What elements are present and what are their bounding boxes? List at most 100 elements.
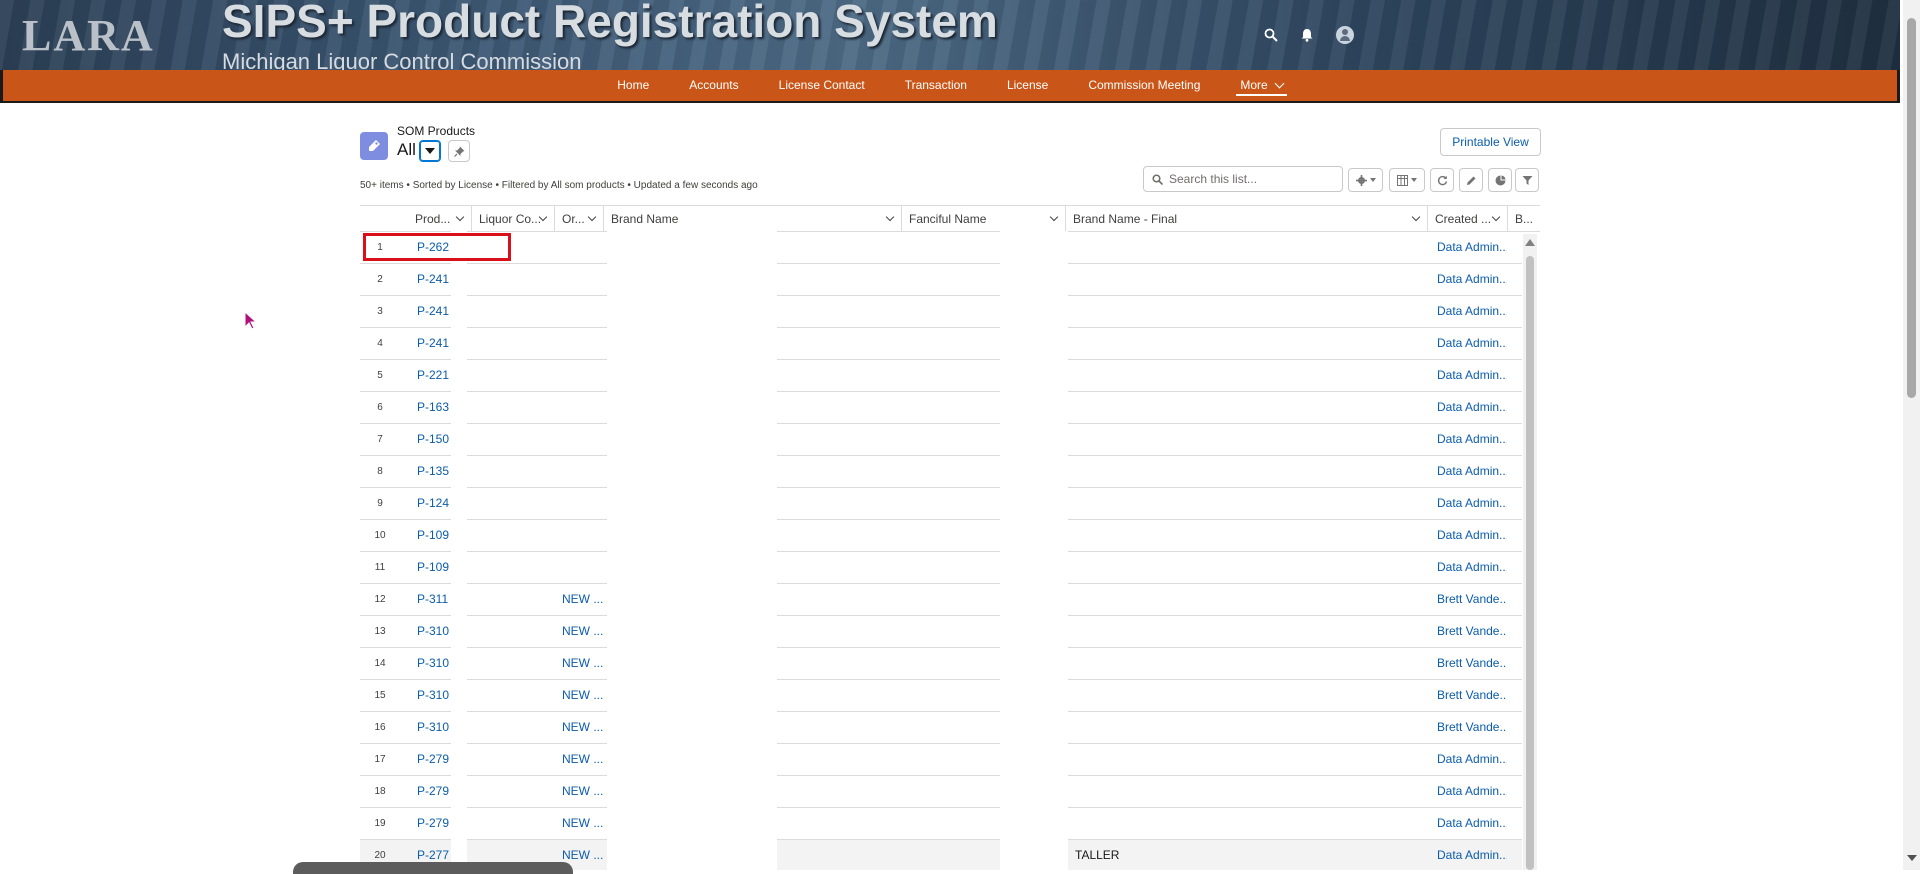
origin-cell[interactable]: NEW ... xyxy=(562,648,604,679)
table-row[interactable]: 12 P-311 NEW ... Brett Vande... xyxy=(360,583,1522,616)
origin-cell[interactable] xyxy=(562,552,604,583)
nav-commission-meeting[interactable]: Commission Meeting xyxy=(1068,70,1220,101)
refresh-button[interactable] xyxy=(1430,168,1454,192)
table-row[interactable]: 18 P-279 NEW ... Data Admin... xyxy=(360,775,1522,808)
chevron-down-icon[interactable] xyxy=(455,212,465,222)
table-row[interactable]: 4 P-241 Data Admin... xyxy=(360,327,1522,360)
created-by-link[interactable]: Data Admin... xyxy=(1437,808,1507,839)
nav-home[interactable]: Home xyxy=(597,70,669,101)
column-header-b[interactable]: B... xyxy=(1508,206,1540,232)
created-by-link[interactable]: Data Admin... xyxy=(1437,456,1507,487)
page-scrollbar[interactable] xyxy=(1903,0,1920,870)
table-row[interactable]: 14 P-310 NEW ... Brett Vande... xyxy=(360,647,1522,680)
pin-list-view-button[interactable] xyxy=(448,140,470,162)
user-avatar-icon[interactable] xyxy=(1334,24,1356,46)
origin-cell[interactable]: NEW ... xyxy=(562,616,604,647)
charts-button[interactable] xyxy=(1488,168,1512,192)
search-icon[interactable] xyxy=(1260,24,1282,46)
table-row[interactable]: 13 P-310 NEW ... Brett Vande... xyxy=(360,615,1522,648)
table-row[interactable]: 8 P-135 Data Admin... xyxy=(360,455,1522,488)
origin-cell[interactable] xyxy=(562,232,604,263)
scroll-up-arrow-icon[interactable] xyxy=(1525,239,1535,246)
nav-license[interactable]: License xyxy=(987,70,1068,101)
chevron-down-icon[interactable] xyxy=(885,212,895,222)
table-row[interactable]: 1 P-262 Data Admin... xyxy=(360,231,1522,264)
origin-cell[interactable] xyxy=(562,264,604,295)
display-as-table-button[interactable] xyxy=(1389,168,1425,192)
table-row[interactable]: 15 P-310 NEW ... Brett Vande... xyxy=(360,679,1522,712)
origin-cell[interactable]: NEW ... xyxy=(562,744,604,775)
table-scrollbar-thumb[interactable] xyxy=(1526,256,1534,870)
created-by-link[interactable]: Data Admin... xyxy=(1437,776,1507,807)
nav-more-menu[interactable]: More xyxy=(1220,70,1302,101)
column-header-liquor-code[interactable]: Liquor Co... xyxy=(472,206,555,232)
table-row[interactable]: 9 P-124 Data Admin... xyxy=(360,487,1522,520)
created-by-link[interactable]: Data Admin... xyxy=(1437,264,1507,295)
column-header-origin[interactable]: Or... xyxy=(555,206,604,232)
created-by-link[interactable]: Data Admin... xyxy=(1437,488,1507,519)
table-row[interactable]: 7 P-150 Data Admin... xyxy=(360,423,1522,456)
list-view-controls-button[interactable] xyxy=(1348,168,1383,192)
nav-license-contact[interactable]: License Contact xyxy=(759,70,885,101)
table-row[interactable]: 19 P-279 NEW ... Data Admin... xyxy=(360,807,1522,840)
created-by-link[interactable]: Data Admin... xyxy=(1437,328,1507,359)
chevron-down-icon[interactable] xyxy=(1491,212,1501,222)
column-header-product[interactable]: Prod... xyxy=(408,206,472,232)
column-header-brand-name-final[interactable]: Brand Name - Final xyxy=(1066,206,1428,232)
origin-cell[interactable] xyxy=(562,328,604,359)
chevron-down-icon[interactable] xyxy=(1049,212,1059,222)
table-row[interactable]: 16 P-310 NEW ... Brett Vande... xyxy=(360,711,1522,744)
origin-cell[interactable]: NEW ... xyxy=(562,584,604,615)
table-row[interactable]: 5 P-221 Data Admin... xyxy=(360,359,1522,392)
created-by-link[interactable]: Brett Vande... xyxy=(1437,616,1507,647)
created-by-link[interactable]: Data Admin... xyxy=(1437,520,1507,551)
origin-cell[interactable]: NEW ... xyxy=(562,776,604,807)
created-by-link[interactable]: Data Admin... xyxy=(1437,232,1507,263)
chevron-down-icon[interactable] xyxy=(587,212,597,222)
column-header-created-by[interactable]: Created ... xyxy=(1428,206,1508,232)
column-header-fanciful-name[interactable]: Fanciful Name xyxy=(902,206,1066,232)
table-row[interactable]: 11 P-109 Data Admin... xyxy=(360,551,1522,584)
printable-view-button[interactable]: Printable View xyxy=(1440,128,1541,156)
table-row[interactable]: 17P-279NEW ...EData Admin... xyxy=(360,743,1522,776)
list-view-picker-button[interactable] xyxy=(419,140,441,162)
bottom-utility-bar[interactable] xyxy=(293,862,573,874)
nav-accounts[interactable]: Accounts xyxy=(669,70,758,101)
created-by-link[interactable]: Data Admin... xyxy=(1437,360,1507,391)
scroll-down-arrow-icon[interactable] xyxy=(1907,855,1917,861)
created-by-link[interactable]: Data Admin... xyxy=(1437,744,1507,775)
origin-cell[interactable] xyxy=(562,456,604,487)
column-header-brand-name[interactable]: Brand Name xyxy=(604,206,902,232)
created-by-link[interactable]: Data Admin... xyxy=(1437,392,1507,423)
table-row[interactable]: 6P-163N...Data Admin... xyxy=(360,391,1522,424)
created-by-link[interactable]: Brett Vande... xyxy=(1437,648,1507,679)
origin-cell[interactable] xyxy=(562,392,604,423)
created-by-link[interactable]: Brett Vande... xyxy=(1437,584,1507,615)
table-row[interactable]: 2P-241S...Data Admin... xyxy=(360,263,1522,296)
origin-cell[interactable] xyxy=(562,520,604,551)
created-by-link[interactable]: Data Admin... xyxy=(1437,840,1507,870)
table-row[interactable]: 10P-109...Data Admin... xyxy=(360,519,1522,552)
origin-cell[interactable] xyxy=(562,488,604,519)
created-by-link[interactable]: Brett Vande... xyxy=(1437,680,1507,711)
created-by-link[interactable]: Data Admin... xyxy=(1437,424,1507,455)
search-list-box[interactable] xyxy=(1143,166,1343,192)
search-list-input[interactable] xyxy=(1169,172,1329,186)
origin-cell[interactable] xyxy=(562,424,604,455)
nav-transaction[interactable]: Transaction xyxy=(885,70,987,101)
origin-cell[interactable] xyxy=(562,296,604,327)
table-scrollbar[interactable] xyxy=(1523,234,1537,870)
edit-list-button[interactable] xyxy=(1459,168,1483,192)
origin-cell[interactable] xyxy=(562,360,604,391)
filters-button[interactable] xyxy=(1515,168,1539,192)
created-by-link[interactable]: Data Admin... xyxy=(1437,552,1507,583)
chevron-down-icon[interactable] xyxy=(1411,212,1421,222)
page-scrollbar-thumb[interactable] xyxy=(1907,18,1916,398)
created-by-link[interactable]: Brett Vande... xyxy=(1437,712,1507,743)
table-row[interactable]: 3 P-241 Data Admin... xyxy=(360,295,1522,328)
origin-cell[interactable]: NEW ... xyxy=(562,712,604,743)
bell-icon[interactable] xyxy=(1296,24,1318,46)
origin-cell[interactable]: NEW ... xyxy=(562,680,604,711)
origin-cell[interactable]: NEW ... xyxy=(562,808,604,839)
created-by-link[interactable]: Data Admin... xyxy=(1437,296,1507,327)
